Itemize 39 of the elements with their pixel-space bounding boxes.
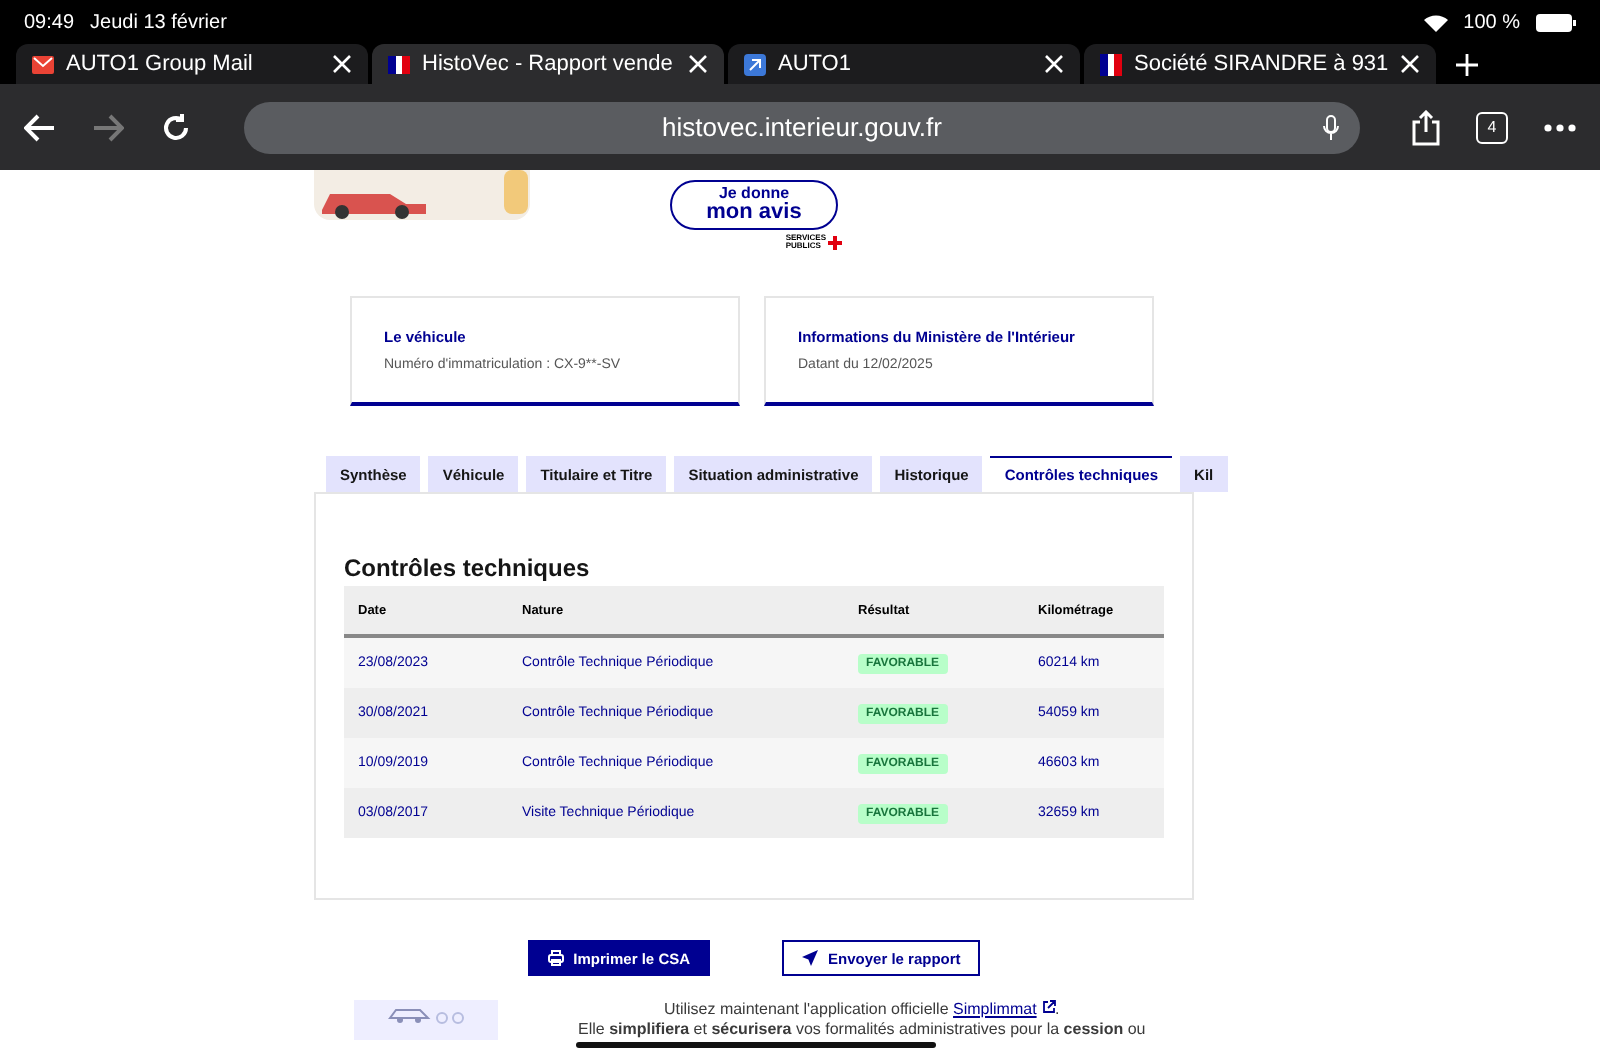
microphone-icon[interactable] xyxy=(1322,113,1340,141)
share-icon[interactable] xyxy=(1412,109,1440,145)
section-title: Contrôles techniques xyxy=(344,554,592,582)
close-icon[interactable] xyxy=(1400,54,1420,74)
close-icon[interactable] xyxy=(1044,54,1064,74)
back-arrow-icon[interactable] xyxy=(24,113,56,141)
app-logo xyxy=(354,1000,498,1040)
external-link-icon xyxy=(1041,1000,1056,1014)
clock-time: 09:49 xyxy=(24,11,75,33)
add-tab-icon[interactable] xyxy=(1456,53,1478,75)
reload-icon[interactable] xyxy=(160,111,192,143)
feedback-button[interactable]: Je donne mon avis xyxy=(670,180,838,230)
battery-icon xyxy=(1536,13,1576,31)
tab-count-button[interactable]: 4 xyxy=(1476,111,1508,143)
address-bar[interactable]: histovec.interieur.gouv.fr xyxy=(244,101,1360,153)
flag-icon xyxy=(388,55,410,73)
tab-title: Société SIRANDRE à 931 xyxy=(1134,52,1388,76)
simplimmat-link[interactable]: Simplimmat xyxy=(953,1000,1037,1018)
wifi-icon xyxy=(1423,13,1448,31)
browser-tab[interactable]: Société SIRANDRE à 931 xyxy=(1084,44,1436,84)
close-icon[interactable] xyxy=(332,54,352,74)
tab-title: HistoVec - Rapport vende xyxy=(422,52,675,76)
battery-percentage: 100 % xyxy=(1463,11,1520,33)
forward-arrow-icon[interactable] xyxy=(92,113,124,141)
arrow-logo-icon xyxy=(744,53,766,75)
browser-tab[interactable]: HistoVec - Rapport vende xyxy=(372,44,724,84)
tab-title: AUTO1 Group Mail xyxy=(66,52,255,76)
paper-plane-icon xyxy=(802,950,819,966)
browser-tab[interactable]: AUTO1 Group Mail xyxy=(16,44,368,84)
printer-icon xyxy=(547,950,564,966)
profile-flag-icon xyxy=(1100,53,1122,75)
more-icon[interactable] xyxy=(1544,123,1576,131)
date-text: Jeudi 13 février xyxy=(90,11,227,33)
envelope-icon xyxy=(32,55,54,73)
tab-title: AUTO1 xyxy=(778,52,853,76)
close-icon[interactable] xyxy=(688,54,708,74)
browser-tab[interactable]: AUTO1 xyxy=(728,44,1080,84)
footer-text: Utilisez maintenant l'application officielle Simplimmat . xyxy=(661,1000,1062,1020)
footer-text: Elle simplifiera et sécurisera vos formalités administratives pour la cession ou xyxy=(578,1020,1146,1040)
